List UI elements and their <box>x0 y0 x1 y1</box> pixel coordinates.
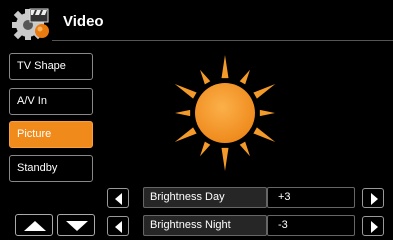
right-arrow-icon <box>371 193 378 205</box>
brightness-night-label: Brightness Night <box>143 215 267 236</box>
header-divider <box>52 40 393 41</box>
sidebar-item-standby[interactable]: Standby <box>9 155 93 182</box>
sun-ray <box>174 84 197 99</box>
page-title: Video <box>63 13 104 30</box>
sun-ray <box>221 55 229 79</box>
sun-ray <box>200 141 211 157</box>
down-arrow-icon <box>66 221 88 231</box>
sidebar-item-tv-shape[interactable]: TV Shape <box>9 53 93 80</box>
video-settings-icon <box>8 3 52 41</box>
sun-ray <box>259 109 275 117</box>
scroll-up-button[interactable] <box>15 214 53 236</box>
brightness-night-increase-button[interactable] <box>362 216 384 236</box>
sun-ray <box>253 127 276 142</box>
brightness-day-label: Brightness Day <box>143 187 267 208</box>
brightness-night-decrease-button[interactable] <box>107 216 129 236</box>
sun-ray <box>200 69 211 85</box>
right-arrow-icon <box>371 221 378 233</box>
sun-ray <box>174 127 197 142</box>
up-arrow-icon <box>24 221 46 231</box>
left-arrow-icon <box>115 193 122 205</box>
brightness-day-decrease-button[interactable] <box>107 188 129 208</box>
brightness-night-value: -3 <box>267 215 355 236</box>
header-bar: Video <box>0 0 393 40</box>
sun-ray <box>239 69 250 85</box>
sun-ray <box>175 109 191 117</box>
left-arrow-icon <box>115 221 122 233</box>
sun-ray <box>221 147 229 171</box>
brightness-day-increase-button[interactable] <box>362 188 384 208</box>
sun-ray <box>239 141 250 157</box>
sidebar-item-picture[interactable]: Picture <box>9 121 93 148</box>
sun-icon <box>166 54 284 172</box>
brightness-day-value: +3 <box>267 187 355 208</box>
scroll-down-button[interactable] <box>57 214 95 236</box>
sidebar-item-av-in[interactable]: A/V In <box>9 88 93 115</box>
sun-ray <box>253 84 276 99</box>
